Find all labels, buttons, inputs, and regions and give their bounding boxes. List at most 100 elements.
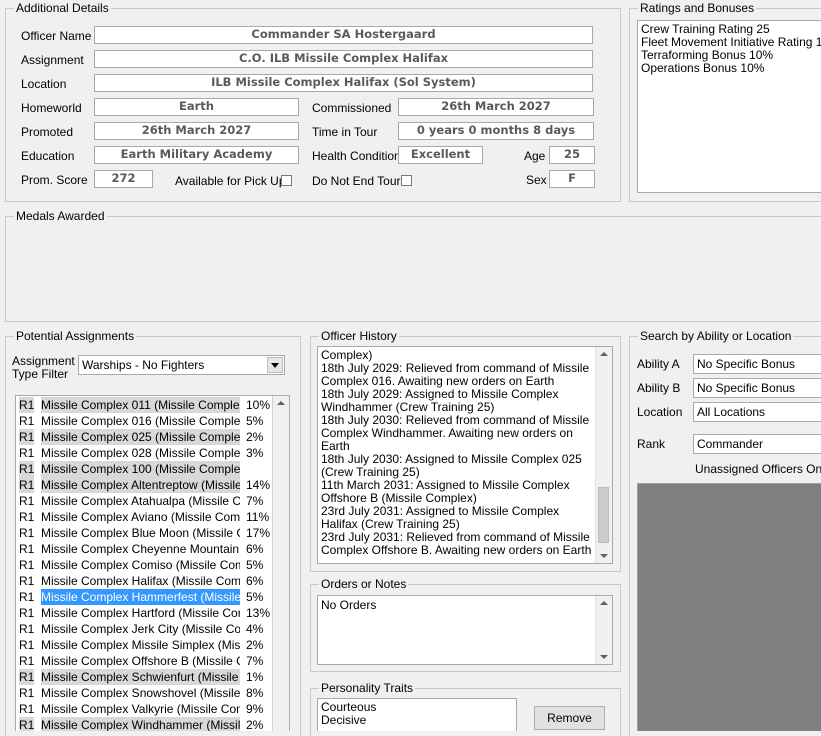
potential-assignments-list[interactable]: R1 Missile Complex 011 (Missile Complex) 1…	[15, 395, 290, 731]
assignment-percent: 9%	[246, 702, 264, 716]
assignment-rank: R1	[19, 461, 35, 477]
assignment-name: Missile Complex Offshore B (Missile Comp…	[41, 654, 240, 668]
officer-name-label: Officer Name	[21, 29, 92, 43]
assignment-row[interactable]: R1 Missile Complex 025 (Missile Complex) 2…	[17, 429, 263, 445]
assignment-rank: R1	[19, 606, 35, 620]
assignment-row[interactable]: R1 Missile Complex Altentreptow (Missile …	[17, 477, 270, 493]
officer-history-text[interactable]: Complex) 18th July 2029: Relieved from co…	[317, 346, 613, 564]
history-entry: 18th July 2030: Assigned to Missile Comp…	[321, 452, 582, 479]
assignment-name: Missile Complex Halifax (Missile Complex…	[41, 574, 240, 588]
assignment-name: Missile Complex 028 (Missile Complex)	[41, 446, 240, 460]
location-field: ILB Missile Complex Halifax (Sol System)	[94, 74, 593, 92]
assignment-row[interactable]: R1 Missile Complex Atahualpa (Missile Com…	[17, 493, 263, 509]
assignment-rank: R1	[19, 494, 35, 508]
prom-score-label: Prom. Score	[21, 173, 88, 187]
assignment-row[interactable]: R1 Missile Complex 011 (Missile Complex) 1…	[17, 397, 270, 413]
education-field: Earth Military Academy	[94, 146, 299, 164]
assignment-percent: 6%	[246, 542, 264, 556]
assignment-row[interactable]: R1 Missile Complex Jerk City (Missile Com…	[17, 621, 263, 637]
sex-label: Sex	[526, 173, 547, 187]
rank-select[interactable]: Commander	[693, 434, 821, 454]
chevron-down-icon[interactable]	[267, 357, 283, 373]
search-results-list[interactable]	[637, 483, 821, 731]
history-entry: 18th July 2029: Assigned to Missile Comp…	[321, 387, 559, 414]
assignment-row[interactable]: R1 Missile Complex Offshore B (Missile Co…	[17, 653, 263, 669]
assignment-row[interactable]: R1 Missile Complex 100 (Missile Complex)	[17, 461, 240, 477]
assignment-row[interactable]: R1 Missile Complex 016 (Missile Complex) 5…	[17, 413, 263, 429]
assignment-rank: R1	[19, 686, 35, 700]
assignment-row[interactable]: R1 Missile Complex Cheyenne Mountain (Mis…	[17, 541, 263, 557]
assignment-rank: R1	[19, 590, 35, 604]
unassigned-officers-label[interactable]: Unassigned Officers Only	[695, 462, 821, 476]
assignment-row[interactable]: R1 Missile Complex 028 (Missile Complex) 3…	[17, 445, 263, 461]
ability-b-select[interactable]: No Specific Bonus	[693, 378, 821, 398]
assignment-rank: R1	[19, 654, 35, 668]
homeworld-field: Earth	[94, 98, 299, 116]
assignment-row[interactable]: R1 Missile Complex Halifax (Missile Compl…	[17, 573, 263, 589]
assignment-row[interactable]: R1 Missile Complex Snowshovel (Missile Co…	[17, 685, 263, 701]
do-not-end-tour-checkbox[interactable]	[401, 175, 412, 186]
assignment-filter-label-2: Type Filter	[12, 367, 69, 381]
assignment-row[interactable]: R1 Missile Complex Missile Simplex (Missi…	[17, 637, 263, 653]
assignment-name: Missile Complex 011 (Missile Complex)	[41, 397, 240, 413]
assignment-row[interactable]: R1 Missile Complex Blue Moon (Missile Com…	[17, 525, 270, 541]
assignment-percent: 2%	[246, 638, 264, 652]
ratings-list[interactable]: Crew Training Rating 25 Fleet Movement I…	[637, 20, 821, 193]
history-scrollbar[interactable]	[595, 347, 612, 563]
ability-b-label: Ability B	[637, 381, 681, 395]
trait-item: Decisive	[321, 713, 367, 727]
assignment-rank: R1	[19, 526, 35, 540]
assignment-name: Missile Complex Cheyenne Mountain (Missi…	[41, 542, 240, 556]
orders-notes-title: Orders or Notes	[319, 577, 409, 591]
ability-a-label: Ability A	[637, 357, 680, 371]
assignment-percent: 5%	[246, 558, 264, 572]
assignment-name: Missile Complex Snowshovel (Missile Comp…	[41, 686, 240, 700]
scroll-down-icon[interactable]	[600, 554, 608, 558]
assignment-row[interactable]: R1 Missile Complex Windhammer (Missile Co…	[17, 717, 263, 731]
available-pickup-label: Available for Pick Up	[175, 174, 286, 188]
prom-score-field: 272	[94, 170, 153, 188]
assignment-rank: R1	[19, 622, 35, 636]
history-entry: 23rd July 2031: Assigned to Missile Comp…	[321, 504, 560, 531]
orders-notes-textarea[interactable]: No Orders	[317, 595, 613, 665]
officer-history-title: Officer History	[319, 329, 399, 343]
assignment-type-filter-select[interactable]: Warships - No Fighters	[78, 355, 285, 375]
assignment-list-scrollbar[interactable]	[272, 396, 289, 731]
assignment-row[interactable]: R1 Missile Complex Schwienfurt (Missile C…	[17, 669, 263, 685]
age-field: 25	[549, 146, 595, 164]
assignment-name: Missile Complex 025 (Missile Complex)	[41, 429, 240, 445]
scroll-up-icon[interactable]	[600, 352, 608, 356]
orders-scrollbar[interactable]	[595, 596, 612, 664]
scroll-down-icon[interactable]	[600, 655, 608, 659]
assignment-row[interactable]: R1 Missile Complex Valkyrie (Missile Comp…	[17, 701, 263, 717]
rating-item: Operations Bonus 10%	[641, 61, 765, 75]
assignment-row[interactable]: R1 Missile Complex Hammerfest (Missile Co…	[17, 589, 263, 605]
scroll-up-icon[interactable]	[277, 401, 285, 405]
assignment-percent: 7%	[246, 654, 264, 668]
history-scroll-thumb[interactable]	[598, 487, 609, 543]
assignment-rank: R1	[19, 558, 35, 572]
assignment-name: Missile Complex Hartford (Missile Comple…	[41, 606, 240, 620]
assignment-name: Missile Complex 100 (Missile Complex)	[41, 461, 240, 477]
assignment-row[interactable]: R1 Missile Complex Comiso (Missile Comple…	[17, 557, 263, 573]
personality-traits-title: Personality Traits	[319, 681, 416, 695]
potential-assignments-title: Potential Assignments	[14, 329, 137, 343]
assignment-row[interactable]: R1 Missile Complex Aviano (Missile Comple…	[17, 509, 269, 525]
assignment-name: Missile Complex Schwienfurt (Missile Com…	[41, 669, 240, 685]
assignment-field: C.O. ILB Missile Complex Halifax	[94, 50, 593, 68]
personality-traits-list[interactable]: Courteous Decisive	[317, 698, 517, 731]
orders-notes-text: No Orders	[321, 598, 377, 612]
rank-label: Rank	[637, 437, 666, 451]
remove-trait-button[interactable]: Remove	[534, 706, 605, 730]
health-label: Health Condition	[312, 149, 401, 163]
age-label: Age	[524, 149, 546, 163]
scroll-up-icon[interactable]	[600, 601, 608, 605]
search-location-label: Location	[637, 405, 683, 419]
assignment-rank: R1	[19, 429, 35, 445]
assignment-rank: R1	[19, 477, 35, 493]
ability-a-select[interactable]: No Specific Bonus	[693, 354, 821, 374]
assignment-row[interactable]: R1 Missile Complex Hartford (Missile Comp…	[17, 605, 270, 621]
search-location-select[interactable]: All Locations	[693, 402, 821, 422]
assignment-percent: 1%	[246, 670, 264, 684]
available-pickup-checkbox[interactable]	[281, 175, 292, 186]
